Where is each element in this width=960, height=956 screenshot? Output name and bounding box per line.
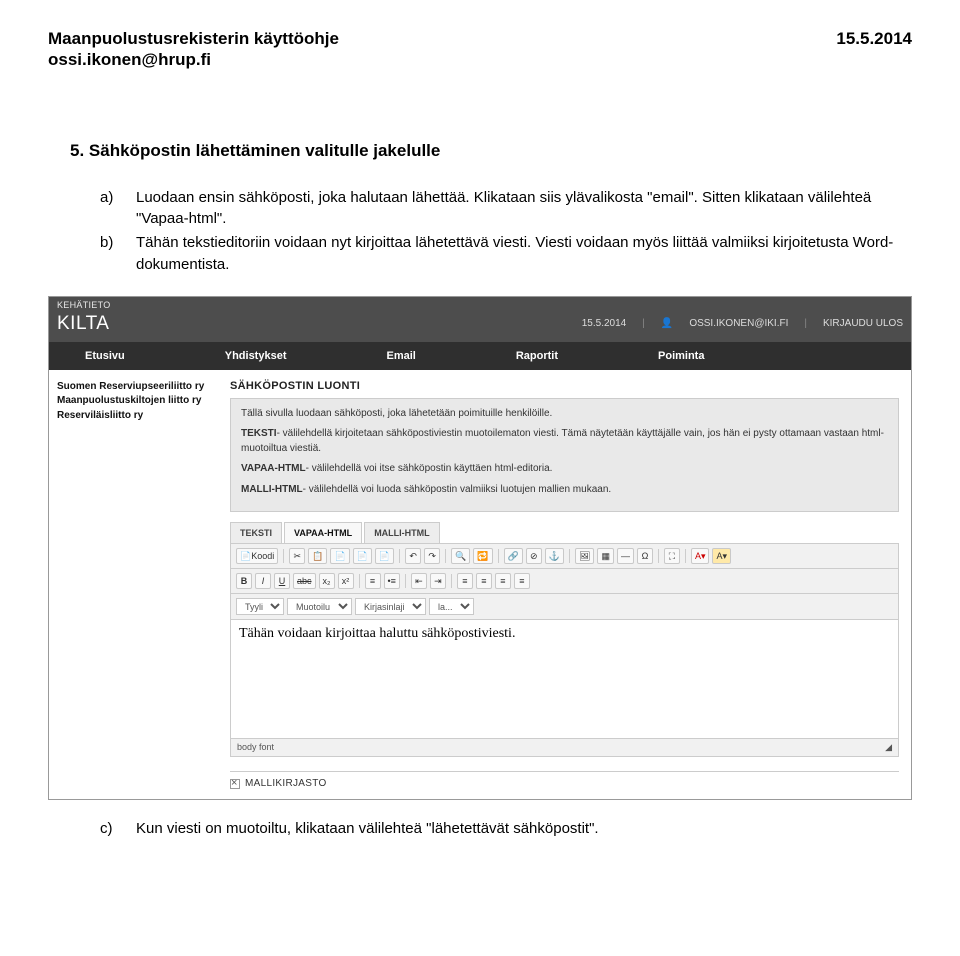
editor-tabs: TEKSTI VAPAA-HTML MALLI-HTML [230, 522, 899, 543]
step-c-text: Kun viesti on muotoiltu, klikataan välil… [136, 818, 599, 840]
nav-email[interactable]: Email [386, 350, 415, 362]
table-icon[interactable]: ▦ [597, 548, 614, 564]
find-icon[interactable]: 🔍 [451, 548, 470, 564]
numberedlist-icon[interactable]: ≡ [365, 573, 381, 589]
sidebar-item[interactable]: Reserviläisliitto ry [57, 409, 216, 424]
info-p2-label: TEKSTI [241, 428, 277, 439]
copy-icon[interactable]: 📋 [308, 548, 327, 564]
hr-icon[interactable]: — [617, 548, 634, 564]
superscript-icon[interactable]: x² [338, 573, 354, 589]
indent-icon[interactable]: ⇥ [430, 573, 446, 589]
format-select[interactable]: Muotoilu [287, 598, 352, 615]
replace-icon[interactable]: 🔁 [473, 548, 492, 564]
info-p3-label: VAPAA-HTML [241, 463, 306, 474]
sidebar-item[interactable]: Suomen Reserviupseeriliitto ry [57, 380, 216, 395]
textcolor-icon[interactable]: A▾ [691, 548, 710, 564]
tab-vapaa-html[interactable]: VAPAA-HTML [284, 522, 362, 543]
unlink-icon[interactable]: ⊘ [526, 548, 542, 564]
size-select[interactable]: la... [429, 598, 474, 615]
section-heading: 5. Sähköpostin lähettäminen valitulle ja… [48, 141, 912, 161]
paste-icon[interactable]: 📄 [330, 548, 349, 564]
mallikirjasto-section: MALLIKIRJASTO [230, 771, 899, 789]
sidebar-item[interactable]: Maanpuolustuskiltojen liitto ry [57, 394, 216, 409]
nav-etusivu[interactable]: Etusivu [85, 350, 125, 362]
mallikirjasto-label: MALLIKIRJASTO [245, 778, 327, 789]
app-nav: Etusivu Yhdistykset Email Raportit Poimi… [49, 342, 911, 370]
info-p4-label: MALLI-HTML [241, 484, 303, 495]
underline-icon[interactable]: U [274, 573, 290, 589]
editor-toolbar-row2: B I U abc x₂ x² ≡ •≡ ⇤ ⇥ ≡ ≡ [231, 569, 898, 594]
align-center-icon[interactable]: ≡ [476, 573, 492, 589]
paste-word-icon[interactable]: 📄 [375, 548, 394, 564]
resize-handle-icon[interactable]: ◢ [885, 742, 892, 753]
editor-toolbar-row1: 📄 Koodi ✂ 📋 📄 📄 📄 ↶ ↷ 🔍 🔁 [231, 544, 898, 569]
link-icon[interactable]: 🔗 [504, 548, 523, 564]
nav-raportit[interactable]: Raportit [516, 350, 558, 362]
source-button[interactable]: 📄 Koodi [236, 548, 278, 564]
maximize-icon[interactable]: ⛶ [664, 548, 680, 564]
step-a-marker: a) [100, 187, 124, 231]
step-c: c) Kun viesti on muotoiltu, klikataan vä… [100, 818, 906, 840]
font-select[interactable]: Kirjasinlaji [355, 598, 426, 615]
step-c-marker: c) [100, 818, 124, 840]
style-select[interactable]: Tyyli [236, 598, 284, 615]
step-a: a) Luodaan ensin sähköposti, joka haluta… [100, 187, 906, 231]
cut-icon[interactable]: ✂ [289, 548, 305, 564]
align-right-icon[interactable]: ≡ [495, 573, 511, 589]
step-b: b) Tähän tekstieditoriin voidaan nyt kir… [100, 232, 906, 276]
info-p1: Tällä sivulla luodaan sähköposti, joka l… [241, 407, 888, 422]
info-p2-text: - välilehdellä kirjoitetaan sähköpostivi… [241, 428, 884, 454]
editor-textarea[interactable]: Tähän voidaan kirjoittaa haluttu sähköpo… [231, 620, 898, 738]
doc-email: ossi.ikonen@hrup.fi [48, 49, 339, 70]
step-a-text: Luodaan ensin sähköposti, joka halutaan … [136, 187, 906, 231]
step-b-marker: b) [100, 232, 124, 276]
bgcolor-icon[interactable]: A▾ [712, 548, 731, 564]
tab-malli-html[interactable]: MALLI-HTML [364, 522, 439, 543]
logout-link[interactable]: KIRJAUDU ULOS [823, 318, 903, 329]
subscript-icon[interactable]: x₂ [319, 573, 335, 589]
mallikirjasto-checkbox[interactable] [230, 779, 240, 789]
editor-path: body font [237, 742, 274, 753]
app-sidebar: Suomen Reserviupseeriliitto ry Maanpuolu… [49, 370, 224, 800]
doc-title: Maanpuolustusrekisterin käyttöohje [48, 28, 339, 49]
info-p3-text: - välilehdellä voi itse sähköpostin käyt… [306, 463, 553, 474]
bulletlist-icon[interactable]: •≡ [384, 573, 400, 589]
info-box: Tällä sivulla luodaan sähköposti, joka l… [230, 398, 899, 513]
outdent-icon[interactable]: ⇤ [411, 573, 427, 589]
image-icon[interactable]: 🖼 [575, 548, 594, 564]
html-editor: 📄 Koodi ✂ 📋 📄 📄 📄 ↶ ↷ 🔍 🔁 [230, 543, 899, 757]
tab-teksti[interactable]: TEKSTI [230, 522, 282, 543]
document-header: Maanpuolustusrekisterin käyttöohje ossi.… [48, 28, 912, 71]
section-number: 5. [70, 141, 84, 160]
user-icon: 👤 [661, 318, 673, 329]
main-heading: SÄHKÖPOSTIN LUONTI [230, 380, 899, 392]
undo-icon[interactable]: ↶ [405, 548, 421, 564]
app-user[interactable]: OSSI.IKONEN@IKI.FI [689, 318, 788, 329]
anchor-icon[interactable]: ⚓ [545, 548, 564, 564]
bold-icon[interactable]: B [236, 573, 252, 589]
editor-toolbar-row3: Tyyli Muotoilu Kirjasinlaji la... [231, 594, 898, 620]
paste-text-icon[interactable]: 📄 [353, 548, 372, 564]
app-brand: KILTA [57, 313, 109, 335]
separator: | [804, 318, 807, 329]
strike-icon[interactable]: abc [293, 573, 316, 589]
specialchar-icon[interactable]: Ω [637, 548, 653, 564]
doc-date: 15.5.2014 [836, 28, 912, 71]
step-b-text: Tähän tekstieditoriin voidaan nyt kirjoi… [136, 232, 906, 276]
app-toplabel: KEHÄTIETO [49, 297, 911, 311]
separator: | [642, 318, 645, 329]
section-title-text: Sähköpostin lähettäminen valitulle jakel… [89, 141, 440, 160]
redo-icon[interactable]: ↷ [424, 548, 440, 564]
align-left-icon[interactable]: ≡ [457, 573, 473, 589]
nav-poiminta[interactable]: Poiminta [658, 350, 704, 362]
italic-icon[interactable]: I [255, 573, 271, 589]
nav-yhdistykset[interactable]: Yhdistykset [225, 350, 287, 362]
app-date: 15.5.2014 [582, 318, 627, 329]
info-p4-text: - välilehdellä voi luoda sähköpostin val… [303, 484, 612, 495]
align-justify-icon[interactable]: ≡ [514, 573, 530, 589]
app-screenshot: KEHÄTIETO KILTA 15.5.2014 | 👤 OSSI.IKONE… [48, 296, 912, 801]
